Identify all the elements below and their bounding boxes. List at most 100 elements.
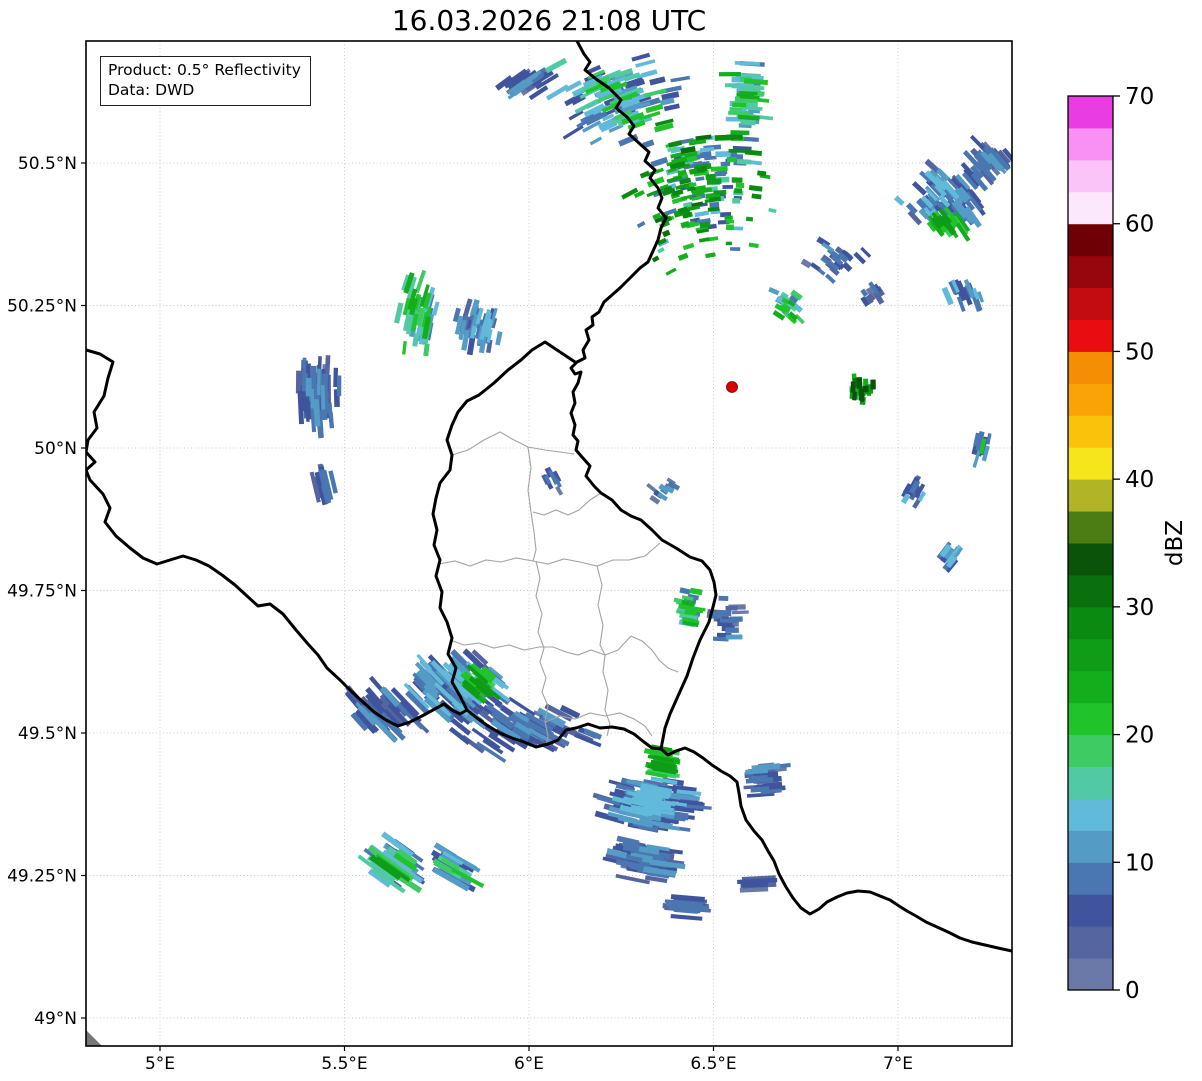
echo-cell <box>336 375 342 397</box>
echo-cell <box>725 241 732 246</box>
colorbar: 0 10 20 30 40 50 60 70 <box>1067 84 1154 1004</box>
colorbar-segment <box>1068 287 1113 320</box>
colorbar-segment <box>1068 638 1113 672</box>
colorbar-segment <box>1068 734 1113 767</box>
colorbar-tick-label: 50 <box>1125 339 1154 365</box>
colorbar-segment <box>1068 479 1113 512</box>
colorbar-segment <box>1068 96 1113 129</box>
x-tick-label: 6°E <box>514 1054 544 1074</box>
product-annotation-box: Product: 0.5° Reflectivity Data: DWD <box>100 56 311 106</box>
echo-cell <box>736 158 752 165</box>
echo-cell <box>734 188 743 194</box>
echo-cell <box>726 156 737 163</box>
colorbar-segment <box>1068 702 1113 736</box>
echo-cell <box>731 610 749 615</box>
echo-cell <box>735 182 745 189</box>
colorbar-tick-label: 30 <box>1125 595 1154 621</box>
y-tick-label: 49.5°N <box>18 724 77 744</box>
colorbar-segment <box>1068 383 1113 416</box>
colorbar-tick-label: 70 <box>1125 84 1154 110</box>
y-tick-label: 50.25°N <box>7 297 77 317</box>
echo-cell <box>732 226 744 231</box>
echo-cell <box>863 385 869 393</box>
colorbar-segment <box>1068 766 1113 799</box>
echo-cell <box>732 102 747 108</box>
echo-cell <box>305 377 312 397</box>
colorbar-segment <box>1068 830 1113 863</box>
map-canvas: 5°E 5.5°E 6°E 6.5°E 7°E 50.5°N 50.25°N 50°N 49.7… <box>7 40 1154 1074</box>
echo-cell <box>714 134 734 141</box>
colorbar-unit-label: dBZ <box>1162 519 1188 567</box>
echo-cell <box>852 391 857 401</box>
echo-cell <box>870 379 876 390</box>
colorbar-tick-label: 60 <box>1125 212 1154 238</box>
colorbar-segment <box>1068 319 1113 352</box>
echo-cell <box>716 609 732 617</box>
echo-cell <box>725 634 743 640</box>
echo-cell <box>726 219 735 224</box>
y-tick-label: 49.75°N <box>7 582 77 602</box>
echo-cell <box>856 377 863 389</box>
echo-cell <box>725 627 739 633</box>
colorbar-segment <box>1068 351 1113 384</box>
echo-cell <box>722 184 734 190</box>
data-source-line: Data: DWD <box>108 81 195 100</box>
echo-cell <box>728 149 746 153</box>
colorbar-segment <box>1068 255 1113 289</box>
echo-cell <box>731 177 743 183</box>
echo-cell <box>320 385 326 410</box>
colorbar-tick-label: 0 <box>1125 978 1140 1004</box>
radar-location-dot <box>726 381 738 393</box>
colorbar-segment <box>1068 606 1113 640</box>
echo-cell <box>728 110 750 116</box>
product-line: Product: 0.5° Reflectivity <box>108 61 301 79</box>
colorbar-segment <box>1068 223 1113 257</box>
colorbar-segment <box>1068 798 1113 831</box>
y-tick-label: 49°N <box>34 1009 77 1029</box>
colorbar-tick-label: 40 <box>1125 467 1154 493</box>
echo-cell <box>718 595 729 601</box>
colorbar-segment <box>1068 862 1113 895</box>
echo-cell <box>719 618 734 623</box>
x-tick-label: 5°E <box>145 1054 175 1074</box>
radar-map-page: 16.03.2026 21:08 UTC 5°E 5.5°E 6°E 6.5°E 7°E… <box>0 0 1202 1081</box>
y-tick-label: 50°N <box>34 439 77 459</box>
colorbar-segment <box>1068 670 1113 704</box>
echo-cell <box>316 368 321 395</box>
echo-cell <box>714 171 726 177</box>
colorbar-segment <box>1068 159 1113 193</box>
x-tick-label: 7°E <box>883 1054 913 1074</box>
echo-cell <box>713 189 727 195</box>
colorbar-segment <box>1068 574 1113 608</box>
echo-cell <box>725 83 738 88</box>
echo-cell <box>740 119 756 126</box>
colorbar-segment <box>1068 958 1113 991</box>
echo-cell <box>850 381 856 393</box>
colorbar-segment <box>1068 127 1113 161</box>
x-tick-label: 6.5°E <box>690 1054 736 1074</box>
echo-cell <box>730 130 750 136</box>
echo-cell <box>718 72 741 77</box>
colorbar-tick-label: 20 <box>1125 723 1154 749</box>
echo-cell <box>729 107 743 111</box>
echo-cell <box>715 150 731 158</box>
echo-cell <box>730 247 741 252</box>
echo-cell <box>745 216 754 222</box>
colorbar-segment <box>1068 894 1113 927</box>
colorbar-segment <box>1068 511 1113 544</box>
map-background <box>86 41 1012 1046</box>
echo-cell <box>732 197 741 204</box>
echo-cell <box>724 215 733 220</box>
echo-cell <box>720 161 731 167</box>
x-tick-label: 5.5°E <box>321 1054 367 1074</box>
echo-cell <box>863 378 869 385</box>
colorbar-segment <box>1068 926 1113 959</box>
colorbar-segment <box>1068 191 1113 225</box>
echo-cell <box>859 393 865 402</box>
colorbar-segment <box>1068 447 1113 480</box>
y-tick-label: 49.25°N <box>7 867 77 887</box>
echo-cell <box>726 224 734 231</box>
echo-cell <box>725 605 738 611</box>
echo-cell <box>710 165 728 172</box>
y-tick-label: 50.5°N <box>18 154 77 174</box>
